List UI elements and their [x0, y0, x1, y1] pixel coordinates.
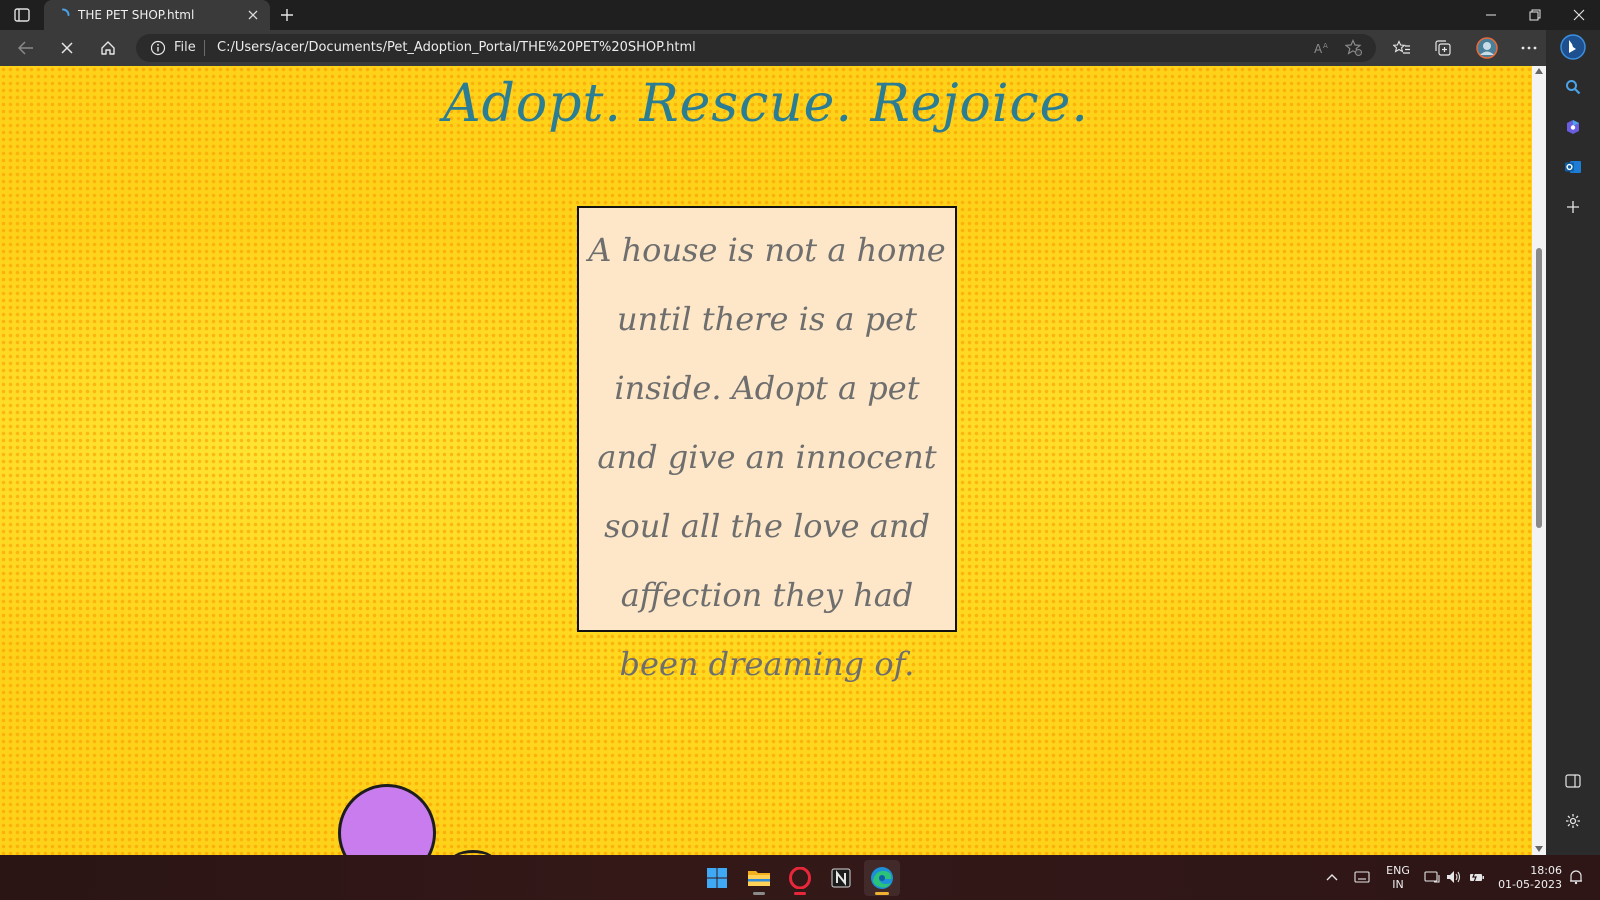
minimize-icon[interactable]	[1470, 0, 1512, 30]
quote-text: A house is not a home until there is a p…	[588, 231, 946, 683]
scroll-thumb[interactable]	[1536, 248, 1542, 528]
bing-chat-icon[interactable]	[1560, 34, 1586, 60]
edge-browser-icon[interactable]	[864, 860, 900, 896]
hide-sidebar-icon[interactable]	[1560, 768, 1586, 794]
tab-title: THE PET SHOP.html	[78, 8, 195, 22]
url-text[interactable]: C:/Users/acer/Documents/Pet_Adoption_Por…	[217, 40, 696, 55]
profile-avatar-icon[interactable]	[1473, 35, 1501, 61]
svg-text:A: A	[1314, 42, 1323, 55]
file-explorer-icon[interactable]	[741, 860, 777, 896]
scroll-down-arrow-icon[interactable]	[1535, 846, 1543, 852]
tab-active[interactable]: THE PET SHOP.html	[44, 0, 270, 30]
favorites-icon[interactable]	[1388, 35, 1416, 61]
browser-toolbar: File C:/Users/acer/Documents/Pet_Adoptio…	[0, 30, 1600, 66]
notion-app-icon[interactable]	[823, 860, 859, 896]
notifications-icon[interactable]	[1566, 867, 1586, 887]
add-sidebar-app-icon[interactable]	[1560, 194, 1586, 220]
close-tab-icon[interactable]	[242, 4, 264, 26]
quote-box: A house is not a home until there is a p…	[577, 206, 957, 683]
address-separator	[204, 40, 205, 56]
svg-text:A: A	[1323, 42, 1328, 50]
browser-title-bar: THE PET SHOP.html	[0, 0, 1600, 30]
settings-more-icon[interactable]	[1515, 35, 1543, 61]
restore-icon[interactable]	[1514, 0, 1556, 30]
language-code: ENG	[1386, 864, 1410, 877]
page-scrollbar[interactable]	[1532, 66, 1546, 855]
outlook-icon[interactable]	[1560, 154, 1586, 180]
app-running-indicator	[794, 892, 806, 895]
loading-spinner-icon	[62, 8, 70, 16]
add-favorite-icon[interactable]	[1344, 38, 1364, 58]
search-icon[interactable]	[1560, 74, 1586, 100]
app-running-indicator	[875, 892, 889, 895]
site-info-icon[interactable]	[150, 40, 166, 56]
windows-start-icon[interactable]	[699, 860, 735, 896]
edge-sidebar	[1546, 30, 1600, 855]
stop-loading-icon[interactable]	[53, 35, 81, 61]
clock-time: 18:06	[1530, 864, 1562, 877]
app-running-indicator	[753, 892, 765, 895]
opera-browser-icon[interactable]	[782, 860, 818, 896]
collections-icon[interactable]	[1429, 35, 1457, 61]
scroll-up-arrow-icon[interactable]	[1535, 68, 1543, 74]
battery-icon[interactable]	[1467, 867, 1487, 887]
web-page: Adopt. Rescue. Rejoice. A house is not a…	[0, 66, 1532, 855]
language-region: IN	[1392, 878, 1404, 891]
shopping-icon[interactable]	[1560, 114, 1586, 140]
sidebar-settings-gear-icon[interactable]	[1560, 808, 1586, 834]
network-icon[interactable]	[1422, 867, 1442, 887]
new-tab-icon[interactable]	[276, 4, 298, 26]
home-icon[interactable]	[94, 35, 122, 61]
url-scheme: File	[174, 40, 196, 55]
clock-date: 01-05-2023	[1498, 878, 1562, 891]
windows-taskbar: ENG IN 18:06 01-05-2023	[0, 855, 1600, 900]
touch-keyboard-icon[interactable]	[1352, 867, 1372, 887]
page-tagline: Adopt. Rescue. Rejoice.	[443, 74, 1089, 134]
tab-actions-icon[interactable]	[12, 6, 32, 24]
back-icon[interactable]	[12, 35, 40, 61]
system-clock[interactable]: 18:06 01-05-2023	[1498, 864, 1562, 892]
input-language[interactable]: ENG IN	[1380, 864, 1416, 892]
address-bar[interactable]: File C:/Users/acer/Documents/Pet_Adoptio…	[136, 34, 1376, 62]
show-hidden-icons-chevron-icon[interactable]	[1322, 867, 1342, 887]
pet-illustration-ball	[338, 784, 436, 855]
read-aloud-icon[interactable]: AA	[1312, 38, 1332, 58]
close-window-icon[interactable]	[1558, 0, 1600, 30]
volume-icon[interactable]	[1444, 867, 1464, 887]
